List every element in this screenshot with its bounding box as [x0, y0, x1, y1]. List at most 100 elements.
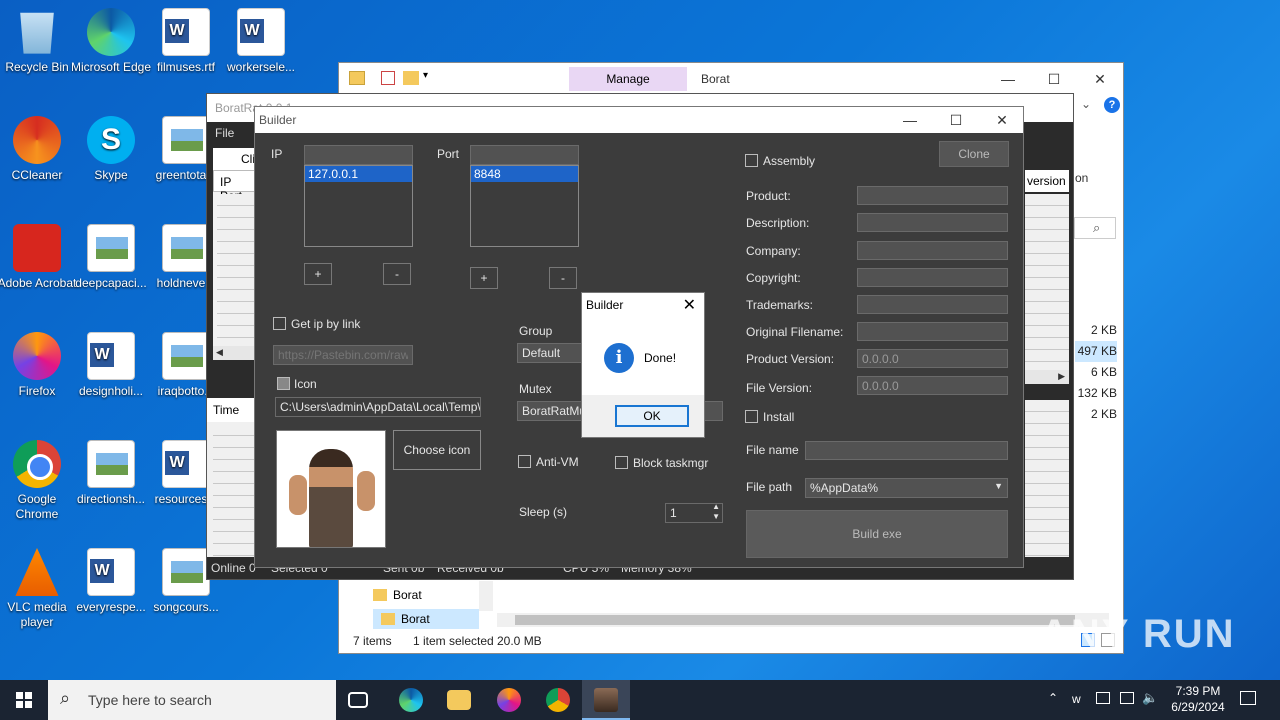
horizontal-scrollbar[interactable] [497, 613, 1109, 627]
volume-icon[interactable]: 🔈 [1142, 690, 1158, 706]
add-ip-button[interactable]: + [304, 263, 332, 285]
install-checkbox[interactable] [745, 410, 758, 423]
file-path-select[interactable]: %AppData% ▼ [805, 478, 1008, 498]
done-dialog[interactable]: Builder ✕ i Done! OK [581, 292, 705, 438]
add-port-button[interactable]: + [470, 267, 498, 289]
desktop-icon-ccleaner[interactable]: CCleaner [0, 116, 79, 183]
desktop-icon-firefox[interactable]: Firefox [0, 332, 79, 399]
minimize-button[interactable]: — [985, 67, 1031, 91]
original-filename-input[interactable] [857, 322, 1008, 341]
desktop-icon-skype[interactable]: S Skype [69, 116, 153, 183]
ip-list[interactable]: 127.0.0.1 [304, 165, 413, 247]
close-button[interactable]: ✕ [1077, 67, 1123, 91]
chevron-up-icon[interactable]: ⌃ [1048, 691, 1058, 705]
edge-icon[interactable] [399, 688, 423, 712]
new-folder-icon[interactable] [403, 71, 419, 85]
notification-icon[interactable] [1240, 691, 1256, 705]
close-icon[interactable]: ✕ [683, 295, 696, 315]
firefox-icon[interactable] [497, 688, 521, 712]
company-input[interactable] [857, 241, 1008, 260]
ok-button[interactable]: OK [615, 405, 689, 427]
port-list[interactable]: 8848 [470, 165, 579, 247]
desktop-icon-designholi[interactable]: designholi... [69, 332, 153, 399]
file-name-input[interactable] [805, 441, 1008, 460]
anti-vm-checkbox[interactable] [518, 455, 531, 468]
desktop-icon-chrome[interactable]: Google Chrome [0, 440, 79, 522]
clients-table[interactable]: IP Port ◀ [213, 170, 257, 360]
tab-manage[interactable]: Manage [569, 67, 687, 91]
table-grid [213, 424, 259, 558]
trademarks-input[interactable] [857, 295, 1008, 314]
close-button[interactable]: ✕ [979, 108, 1025, 132]
chevron-down-icon[interactable]: ⌄ [1081, 97, 1091, 111]
choose-icon-button[interactable]: Choose icon [393, 430, 481, 470]
list-item[interactable]: 8848 [471, 166, 578, 182]
start-button[interactable] [0, 680, 48, 720]
clone-button[interactable]: Clone [939, 141, 1009, 167]
copyright-input[interactable] [857, 268, 1008, 287]
desktop-icon-directionsh[interactable]: directionsh... [69, 440, 153, 507]
remove-port-button[interactable]: - [549, 267, 577, 289]
network-icon[interactable]: w [1072, 692, 1081, 706]
port-input[interactable] [470, 145, 579, 165]
description-input[interactable] [857, 213, 1008, 232]
desktop-icon-deepcapaci[interactable]: deepcapaci... [69, 224, 153, 291]
client-tab[interactable]: Cli [213, 148, 257, 170]
desktop-icon-filmuses[interactable]: filmuses.rtf [144, 8, 228, 75]
pastebin-url-input[interactable] [273, 345, 413, 365]
desktop-icon-vlc[interactable]: VLC media player [0, 548, 79, 630]
tree-item-borat[interactable]: Borat [373, 585, 493, 607]
sleep-stepper[interactable]: 1 ▲ ▼ [665, 502, 723, 523]
file-name-label: File name [746, 443, 799, 457]
taskbar-clock[interactable]: 7:39 PM 6/29/2024 [1160, 683, 1236, 715]
properties-icon[interactable] [381, 71, 395, 85]
desktop-icon-edge[interactable]: Microsoft Edge [69, 8, 153, 75]
assembly-checkbox[interactable] [745, 154, 758, 167]
icon-path-field[interactable]: C:\Users\admin\AppData\Local\Temp\Im [275, 397, 481, 417]
product-version-input[interactable]: 0.0.0.0 [857, 349, 1008, 368]
explorer-title-bar[interactable]: ▾ Manage Borat — ☐ ✕ [339, 63, 1123, 95]
block-taskmgr-checkbox[interactable] [615, 456, 628, 469]
vertical-scrollbar[interactable] [479, 581, 493, 611]
desktop-icon-workersele[interactable]: workersele... [219, 8, 303, 75]
group-input[interactable]: Default [517, 343, 583, 363]
chevron-down-icon[interactable]: ▾ [423, 70, 428, 81]
taskbar-search[interactable]: ⌕ Type here to search [48, 680, 336, 720]
scrollbar-thumb[interactable] [515, 615, 1075, 625]
logs-table[interactable]: Time [207, 398, 259, 558]
search-box[interactable]: ⌕ [1074, 217, 1116, 239]
chevron-up-icon[interactable]: ▲ [712, 502, 720, 511]
chrome-icon[interactable] [546, 688, 570, 712]
maximize-button[interactable]: ☐ [1031, 67, 1077, 91]
remove-ip-button[interactable]: - [383, 263, 411, 285]
help-icon[interactable]: ? [1104, 97, 1120, 113]
maximize-button[interactable]: ☐ [933, 108, 979, 132]
column-header-version[interactable]: version [1025, 170, 1069, 192]
ethernet-icon[interactable] [1120, 692, 1134, 704]
minimize-button[interactable]: — [887, 108, 933, 132]
file-version-input[interactable]: 0.0.0.0 [857, 376, 1008, 395]
column-header-time[interactable]: Time [207, 398, 259, 422]
builder-title-bar[interactable]: Builder — ☐ ✕ [255, 107, 1023, 133]
ip-input[interactable] [304, 145, 413, 165]
battery-icon[interactable] [1096, 692, 1110, 704]
desktop-icon-everyrespe[interactable]: everyrespe... [69, 548, 153, 615]
table-grid [217, 194, 257, 344]
file-explorer-icon[interactable] [447, 690, 471, 710]
desktop-icon-acrobat[interactable]: Adobe Acrobat [0, 224, 79, 291]
taskbar-item-boratrat[interactable] [582, 680, 630, 720]
product-input[interactable] [857, 186, 1008, 205]
desktop-icon-recycle-bin[interactable]: Recycle Bin [0, 8, 79, 75]
task-view-icon[interactable] [348, 692, 368, 708]
horizontal-scrollbar[interactable]: ◀ [213, 346, 257, 360]
ccleaner-icon [13, 116, 61, 164]
word-document-icon [87, 332, 135, 380]
column-header-ip-port[interactable]: IP Port [213, 170, 257, 203]
get-ip-by-link-checkbox[interactable] [273, 317, 286, 330]
tree-item-borat-selected[interactable]: Borat [373, 609, 479, 631]
icon-checkbox[interactable] [277, 377, 290, 390]
horizontal-scrollbar[interactable]: ▶ [1025, 370, 1069, 384]
list-item[interactable]: 127.0.0.1 [305, 166, 412, 182]
chevron-down-icon[interactable]: ▼ [712, 512, 720, 521]
build-exe-button[interactable]: Build exe [746, 510, 1008, 558]
